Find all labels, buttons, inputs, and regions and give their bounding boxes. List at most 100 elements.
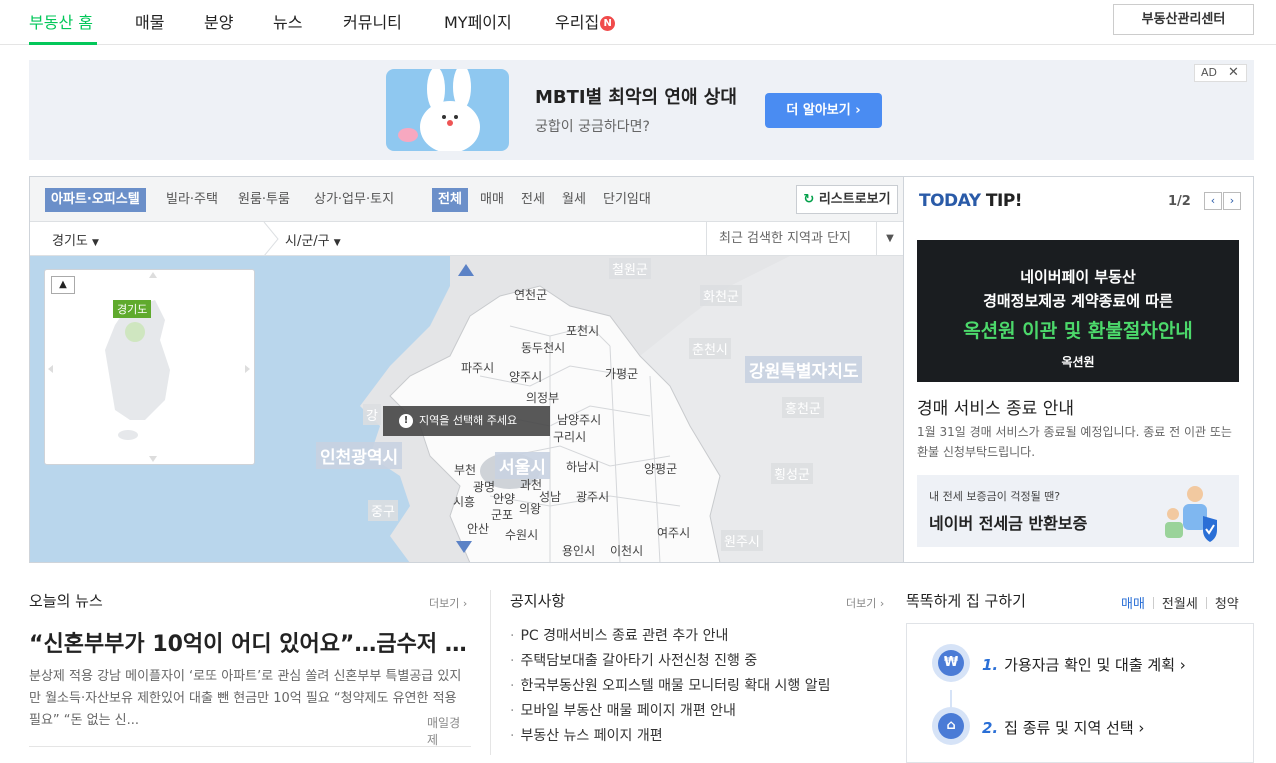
map-label-pocheon[interactable]: 포천시 bbox=[566, 322, 599, 339]
deal-all[interactable]: 전체 bbox=[432, 188, 468, 212]
map-label-yeoju[interactable]: 여주시 bbox=[657, 524, 690, 541]
ad-illustration bbox=[386, 69, 509, 151]
tip-pagination: 1/2 bbox=[1168, 194, 1191, 209]
map-label-junggu[interactable]: 중구 bbox=[368, 500, 398, 521]
filter-commercial-land[interactable]: 상가·업무·토지 bbox=[314, 188, 394, 212]
info-icon: ! bbox=[399, 414, 413, 428]
nav-tab-mypage[interactable]: MY페이지 bbox=[444, 9, 512, 33]
map-label-namyangju[interactable]: 남양주시 bbox=[557, 411, 601, 428]
tip-prev-button[interactable]: ‹ bbox=[1204, 192, 1222, 210]
smart-tab-rent[interactable]: 전월세 bbox=[1162, 597, 1198, 612]
ad-banner[interactable]: MBTI별 최악의 연애 상대 궁합이 궁금하다면? 더 알아보기 › AD ✕ bbox=[29, 60, 1254, 160]
shield-person-icon bbox=[1165, 486, 1217, 542]
nav-tab-presale[interactable]: 분양 bbox=[204, 9, 233, 33]
map-label-cheorwon[interactable]: 철원군 bbox=[609, 258, 651, 279]
active-tab-underline bbox=[29, 42, 97, 45]
news-divider bbox=[29, 746, 471, 747]
city-select[interactable]: 시/군/구 ▼ bbox=[285, 230, 341, 249]
notice-item[interactable]: 주택담보대출 갈아타기 사전신청 진행 중 bbox=[510, 649, 831, 674]
tip-label: TIP! bbox=[985, 191, 1023, 211]
close-icon[interactable]: ✕ bbox=[1228, 65, 1239, 81]
recent-search-input[interactable]: 최근 검색한 지역과 단지 bbox=[706, 222, 876, 256]
map-label-suwon[interactable]: 수원시 bbox=[505, 526, 538, 543]
province-select[interactable]: 경기도 ▼ bbox=[52, 230, 99, 249]
notice-item[interactable]: 부동산 뉴스 페이지 개편 bbox=[510, 724, 831, 749]
map-label-gang[interactable]: 강 bbox=[363, 404, 381, 425]
map-label-hongcheon[interactable]: 홍천군 bbox=[782, 397, 824, 418]
nav-tab-news[interactable]: 뉴스 bbox=[273, 9, 302, 33]
map-label-chuncheon[interactable]: 춘천시 bbox=[689, 338, 731, 359]
nav-tab-home[interactable]: 부동산 홈 bbox=[29, 9, 93, 33]
deal-sale[interactable]: 매매 bbox=[480, 188, 504, 212]
map-label-hoengseong[interactable]: 횡성군 bbox=[771, 463, 813, 484]
map-label-guri[interactable]: 구리시 bbox=[553, 428, 586, 445]
map-label-seoul[interactable]: 서울시 bbox=[495, 452, 550, 479]
new-badge: N bbox=[600, 16, 616, 31]
step-label: 집 종류 및 지역 선택 › bbox=[1004, 719, 1145, 737]
map-label-seongnam[interactable]: 성남 bbox=[539, 488, 561, 505]
map-label-incheon[interactable]: 인천광역시 bbox=[316, 442, 403, 469]
mini-map[interactable]: ▲ 경기도 bbox=[44, 269, 255, 465]
map-label-gunpo[interactable]: 군포 bbox=[491, 506, 513, 523]
map-label-dongducheon[interactable]: 동두천시 bbox=[521, 339, 565, 356]
smart-tab-subscription[interactable]: 청약 bbox=[1215, 597, 1239, 612]
map-label-uiwang[interactable]: 의왕 bbox=[519, 500, 541, 517]
map-label-yeoncheon[interactable]: 연천군 bbox=[514, 286, 547, 303]
region-map[interactable]: 철원군 연천군 화천군 포천시 동두천시 춘천시 파주시 양주시 가평군 강원특… bbox=[30, 256, 903, 562]
ad-tag[interactable]: AD ✕ bbox=[1194, 64, 1247, 82]
filter-oneroom-tworoom[interactable]: 원룸·투룸 bbox=[238, 188, 290, 212]
map-label-bucheon[interactable]: 부천 bbox=[454, 461, 476, 478]
filter-villa-house[interactable]: 빌라·주택 bbox=[166, 188, 218, 212]
notice-item[interactable]: 한국부동산원 오피스텔 매물 모니터링 확대 시행 알림 bbox=[510, 674, 830, 699]
map-label-yangju[interactable]: 양주시 bbox=[509, 368, 542, 385]
list-view-button[interactable]: ↻ 리스트로보기 bbox=[796, 185, 898, 214]
map-label-yangpyeong[interactable]: 양평군 bbox=[644, 460, 677, 477]
notice-item[interactable]: 모바일 부동산 매물 페이지 개편 안내 bbox=[510, 699, 831, 724]
tip-next-button[interactable]: › bbox=[1223, 192, 1241, 210]
filter-apartment-officetel[interactable]: 아파트·오피스텔 bbox=[45, 188, 146, 212]
nav-tab-listings[interactable]: 매물 bbox=[135, 9, 164, 33]
news-more-link[interactable]: 더보기 › bbox=[429, 595, 467, 611]
jeonse-guarantee-promo[interactable]: 내 전세 보증금이 걱정될 땐? 네이버 전세금 반환보증 bbox=[917, 475, 1239, 547]
banner-line-3: 옥션원 이관 및 환불절차안내 bbox=[963, 320, 1193, 342]
map-label-paju[interactable]: 파주시 bbox=[461, 359, 494, 376]
map-label-uijeongbu[interactable]: 의정부 bbox=[526, 389, 559, 406]
smart-tabs: 매매 전월세 청약 bbox=[1121, 593, 1239, 612]
map-label-hwacheon[interactable]: 화천군 bbox=[700, 285, 742, 306]
deal-monthly[interactable]: 월세 bbox=[562, 188, 586, 212]
map-label-yongin[interactable]: 용인시 bbox=[562, 542, 595, 559]
map-label-siheung[interactable]: 시흥 bbox=[453, 493, 475, 510]
map-label-gapyeong[interactable]: 가평군 bbox=[605, 365, 638, 382]
tab-divider bbox=[1205, 597, 1207, 609]
minimap-region-badge[interactable]: 경기도 bbox=[113, 300, 152, 318]
news-summary[interactable]: 분상제 적용 강남 메이플자이 ‘로또 아파트’로 관심 쏠려 신혼부부 특별공… bbox=[29, 666, 471, 732]
refresh-icon: ↻ bbox=[803, 192, 815, 207]
smart-steps-box: ₩ 1. 가용자금 확인 및 대출 계획 › ⌂ 2. 집 종류 및 지역 선택 › bbox=[906, 623, 1254, 763]
deal-jeonse[interactable]: 전세 bbox=[521, 188, 545, 212]
map-label-gwangju[interactable]: 광주시 bbox=[576, 488, 609, 505]
smart-tab-sale[interactable]: 매매 bbox=[1121, 597, 1145, 612]
auction-notice-banner[interactable]: 네이버페이 부동산 경매정보제공 계약종료에 따른 옥션원 이관 및 환불절차안… bbox=[917, 240, 1239, 382]
top-navigation: 부동산 홈 매물 분양 뉴스 커뮤니티 MY페이지 우리집 N 부동산관리센터 bbox=[0, 0, 1276, 45]
ad-learn-more-button[interactable]: 더 알아보기 › bbox=[765, 93, 882, 128]
news-headline[interactable]: “신혼부부가 10억이 어디 있어요”…금수저 잔치 bbox=[29, 626, 471, 658]
map-label-anyang[interactable]: 안양 bbox=[493, 490, 515, 507]
notice-more-link[interactable]: 더보기 › bbox=[846, 595, 884, 611]
recent-search-dropdown-icon[interactable]: ▼ bbox=[876, 222, 903, 256]
tip-title[interactable]: 경매 서비스 종료 안내 bbox=[917, 394, 1074, 419]
select-region-toast: ! 지역을 선택해 주세요 bbox=[383, 406, 550, 436]
map-label-gwangmyeong[interactable]: 광명 bbox=[473, 478, 495, 495]
realty-manager-center-button[interactable]: 부동산관리센터 bbox=[1113, 4, 1254, 35]
nav-tab-myhome-label: 우리집 bbox=[555, 13, 600, 32]
map-label-icheon[interactable]: 이천시 bbox=[610, 542, 643, 559]
today-tip-heading: TODAY TIP! bbox=[919, 191, 1023, 211]
map-label-ansan[interactable]: 안산 bbox=[467, 520, 489, 537]
nav-tab-community[interactable]: 커뮤니티 bbox=[343, 9, 402, 33]
map-label-gangwon[interactable]: 강원특별자치도 bbox=[745, 356, 863, 383]
deal-short-term[interactable]: 단기임대 bbox=[603, 188, 651, 212]
notice-item[interactable]: PC 경매서비스 종료 관련 추가 안내 bbox=[510, 624, 831, 649]
map-label-wonju[interactable]: 원주시 bbox=[721, 530, 763, 551]
nav-tab-myhome[interactable]: 우리집 N bbox=[555, 9, 616, 33]
city-select-label: 시/군/구 bbox=[285, 234, 330, 249]
map-label-hanam[interactable]: 하남시 bbox=[566, 458, 599, 475]
